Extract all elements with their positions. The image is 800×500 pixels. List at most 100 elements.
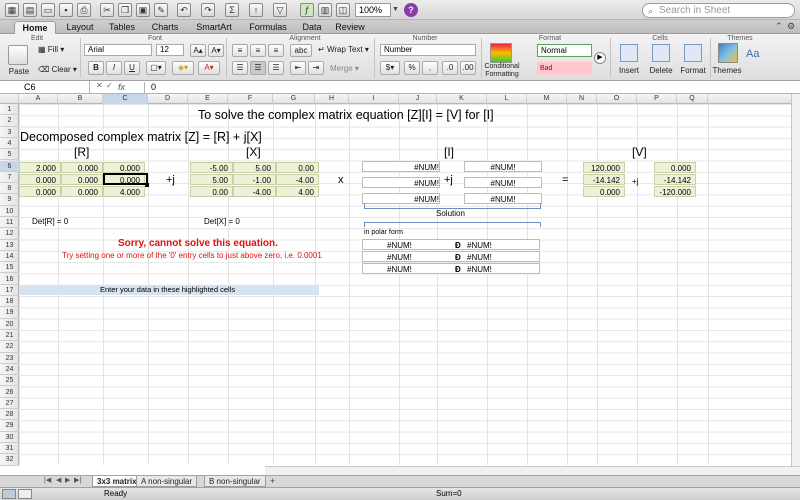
row-header-28[interactable]: 28	[0, 409, 19, 421]
delete-cells-icon[interactable]	[652, 44, 670, 62]
row-header-27[interactable]: 27	[0, 398, 19, 410]
gallery-icon[interactable]: ▥	[318, 3, 332, 17]
print-icon[interactable]: ⎙	[77, 3, 91, 17]
style-bad[interactable]: Bad	[537, 62, 592, 75]
row-header-21[interactable]: 21	[0, 330, 19, 342]
row-header-8[interactable]: 8	[0, 183, 19, 195]
row-header-22[interactable]: 22	[0, 341, 19, 353]
row-header-10[interactable]: 10	[0, 206, 19, 217]
open-icon[interactable]: ▭	[41, 3, 55, 17]
conditional-formatting-button[interactable]: Conditional Formatting	[482, 63, 522, 79]
themes-button[interactable]: Themes	[712, 66, 742, 75]
row-header-3[interactable]: 3	[0, 127, 19, 138]
sheet-nav-prev-icon[interactable]: ◀	[56, 476, 61, 484]
column-header-j[interactable]: J	[399, 94, 437, 104]
tab-review[interactable]: Review	[332, 21, 368, 34]
column-header-l[interactable]: L	[487, 94, 527, 104]
i-real-cell[interactable]: #NUM!	[362, 161, 440, 172]
column-header-d[interactable]: D	[148, 94, 188, 104]
decrease-indent-icon[interactable]: ⇤	[290, 61, 306, 75]
r-matrix-cell[interactable]: 0.000	[61, 174, 103, 185]
increase-indent-icon[interactable]: ⇥	[308, 61, 324, 75]
align-right-icon[interactable]: ☰	[268, 61, 284, 75]
polar-magnitude[interactable]: #NUM!	[387, 264, 412, 275]
collapse-ribbon-icon[interactable]: ⌃	[775, 21, 783, 32]
x-matrix-cell[interactable]: 5.00	[233, 162, 276, 173]
column-header-e[interactable]: E	[188, 94, 228, 104]
column-header-q[interactable]: Q	[677, 94, 708, 104]
x-matrix-cell[interactable]: 4.00	[276, 186, 319, 197]
tab-layout[interactable]: Layout	[60, 21, 100, 34]
row-header-24[interactable]: 24	[0, 364, 19, 376]
r-matrix-cell[interactable]: 0.000	[19, 174, 61, 185]
style-normal[interactable]: Normal	[537, 44, 592, 57]
row-header-20[interactable]: 20	[0, 319, 19, 330]
active-cell-c6[interactable]	[103, 173, 148, 185]
v-imag-cell[interactable]: -120.000	[654, 186, 696, 197]
font-name-select[interactable]: Arial	[84, 44, 152, 56]
row-header-32[interactable]: 32	[0, 454, 19, 466]
row-header-11[interactable]: 11	[0, 217, 19, 229]
format-button[interactable]: Format	[678, 66, 708, 75]
name-box[interactable]: C6	[0, 81, 90, 93]
format-cells-icon[interactable]	[684, 44, 702, 62]
column-header-c[interactable]: C	[103, 94, 148, 104]
r-matrix-cell[interactable]: 0.000	[61, 186, 103, 197]
font-size-select[interactable]: 12	[156, 44, 184, 56]
cancel-icon[interactable]: ✕	[96, 81, 103, 90]
grow-font-icon[interactable]: A▴	[190, 44, 206, 57]
row-header-6[interactable]: 6	[0, 160, 19, 172]
function-label[interactable]: fx	[118, 81, 125, 93]
search-input[interactable]: ⌕ Search in Sheet	[642, 3, 795, 18]
delete-button[interactable]: Delete	[646, 66, 676, 75]
select-all-corner[interactable]	[0, 94, 19, 104]
i-real-cell[interactable]: #NUM!	[362, 177, 440, 188]
number-format-select[interactable]: Number	[380, 44, 476, 56]
row-header-26[interactable]: 26	[0, 387, 19, 398]
cut-icon[interactable]: ✂	[100, 3, 114, 17]
font-color-icon[interactable]: A▾	[198, 61, 220, 75]
row-header-13[interactable]: 13	[0, 240, 19, 251]
new-icon[interactable]: ▦	[5, 3, 19, 17]
sheet-tab-a-non-singular[interactable]: A non-singular	[136, 476, 198, 487]
normal-view-icon[interactable]	[2, 489, 16, 499]
polar-magnitude[interactable]: #NUM!	[387, 240, 412, 251]
italic-button[interactable]: I	[106, 61, 122, 75]
filter-icon[interactable]: ▽	[273, 3, 287, 17]
align-center-icon[interactable]: ☰	[250, 61, 266, 75]
polar-angle[interactable]: #NUM!	[467, 240, 492, 251]
chevron-down-icon[interactable]: ▼	[392, 3, 400, 17]
page-layout-view-icon[interactable]	[18, 489, 32, 499]
template-icon[interactable]: ▤	[23, 3, 37, 17]
v-real-cell[interactable]: 0.000	[583, 186, 625, 197]
row-header-12[interactable]: 12	[0, 228, 19, 240]
row-header-7[interactable]: 7	[0, 172, 19, 184]
row-header-29[interactable]: 29	[0, 420, 19, 432]
tab-charts[interactable]: Charts	[146, 21, 184, 34]
row-header-17[interactable]: 17	[0, 285, 19, 297]
row-header-23[interactable]: 23	[0, 353, 19, 364]
column-header-b[interactable]: B	[58, 94, 103, 104]
row-header-18[interactable]: 18	[0, 296, 19, 308]
theme-fonts-button[interactable]: Aa	[746, 48, 759, 60]
align-left-icon[interactable]: ☰	[232, 61, 248, 75]
v-imag-cell[interactable]: -14.142	[654, 174, 696, 185]
column-header-i[interactable]: I	[349, 94, 399, 104]
toolbox-icon[interactable]: ◫	[336, 3, 350, 17]
sheet-nav-next-icon[interactable]: ▶	[65, 476, 70, 484]
row-header-19[interactable]: 19	[0, 307, 19, 319]
align-middle-icon[interactable]: ≡	[250, 44, 266, 57]
x-matrix-cell[interactable]: -1.00	[233, 174, 276, 185]
fill-button[interactable]: ▦ Fill ▾	[38, 45, 64, 54]
confirm-icon[interactable]: ✓	[106, 81, 113, 90]
themes-icon[interactable]	[718, 43, 738, 63]
gear-icon[interactable]: ⚙	[787, 21, 795, 32]
formula-input[interactable]: 0	[151, 81, 156, 93]
help-icon[interactable]: ?	[404, 3, 418, 17]
v-imag-cell[interactable]: 0.000	[654, 162, 696, 173]
x-matrix-cell[interactable]: 0.00	[190, 186, 233, 197]
row-header-16[interactable]: 16	[0, 274, 19, 285]
x-matrix-cell[interactable]: 0.00	[276, 162, 319, 173]
add-sheet-icon[interactable]: +	[270, 476, 275, 486]
row-header-15[interactable]: 15	[0, 262, 19, 274]
